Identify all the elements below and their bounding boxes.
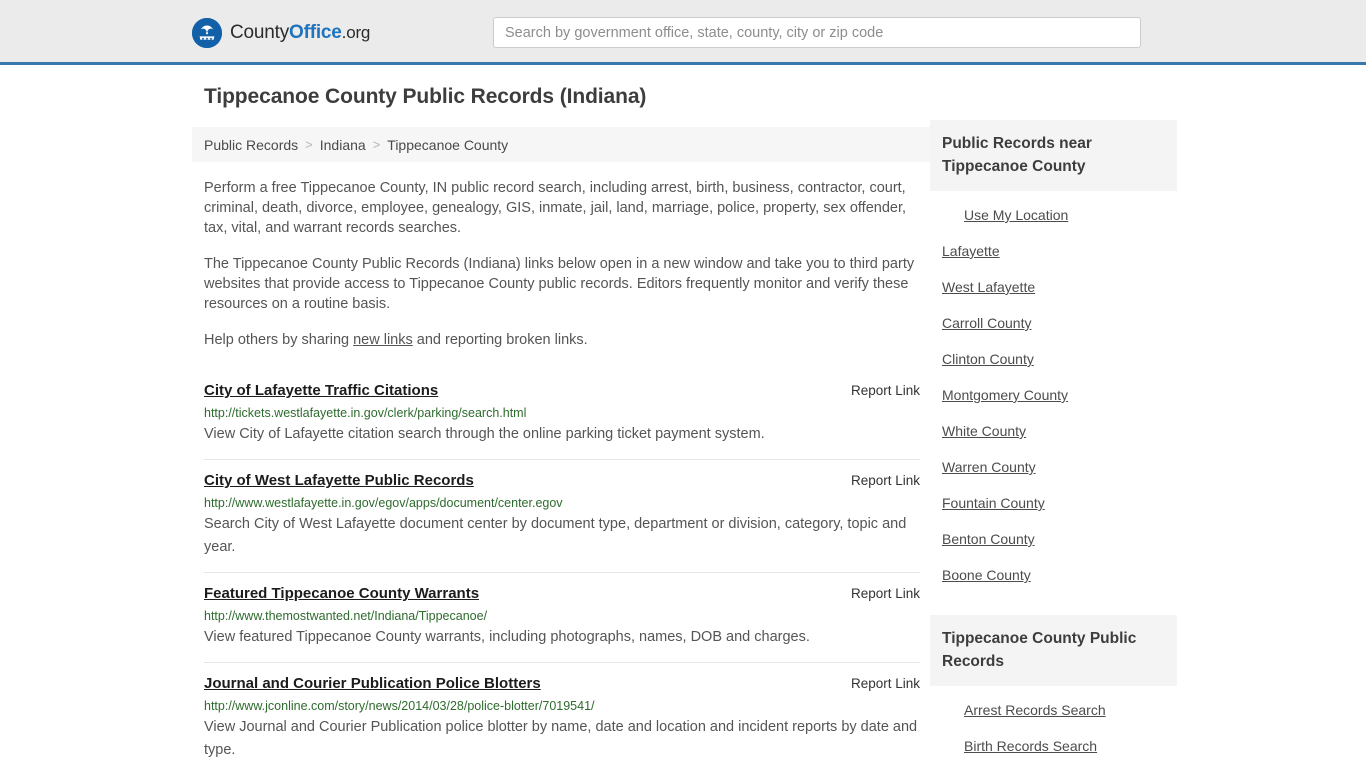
sidebar-item-white-county[interactable]: White County (930, 413, 1177, 449)
sidebar-item-fountain-county[interactable]: Fountain County (930, 485, 1177, 521)
sidebar-item-clinton-county[interactable]: Clinton County (930, 341, 1177, 377)
breadcrumb-separator-icon: > (372, 137, 381, 152)
report-link-button[interactable]: Report Link (851, 473, 920, 488)
sidebar-block-nearby: Public Records near Tippecanoe County Us… (930, 120, 1177, 593)
sidebar-block-records: Tippecanoe County Public Records Arrest … (930, 615, 1177, 768)
site-logo[interactable]: CountyOffice.org (192, 18, 370, 48)
record-link-url: http://www.themostwanted.net/Indiana/Tip… (204, 609, 488, 623)
breadcrumb-item-current: Tippecanoe County (387, 136, 509, 153)
logo-word-office: Office (289, 22, 342, 43)
eagle-seal-icon (192, 18, 222, 48)
report-link-button[interactable]: Report Link (851, 676, 920, 691)
sidebar-item-montgomery-county[interactable]: Montgomery County (930, 377, 1177, 413)
sidebar-links-records: Arrest Records Search Birth Records Sear… (930, 686, 1177, 768)
intro-text: Perform a free Tippecanoe County, IN pub… (204, 178, 920, 350)
intro-paragraph-1: Perform a free Tippecanoe County, IN pub… (204, 180, 907, 236)
records-link-list: City of Lafayette Traffic Citations Repo… (204, 374, 920, 768)
sidebar-item-birth-records-search[interactable]: Birth Records Search (930, 728, 1177, 764)
record-link-title[interactable]: City of West Lafayette Public Records (204, 472, 474, 489)
breadcrumb-item-indiana[interactable]: Indiana (320, 137, 366, 153)
search-input[interactable] (493, 17, 1141, 48)
list-item: City of West Lafayette Public Records Re… (204, 459, 920, 572)
intro-paragraph-help: Help others by sharing new links and rep… (204, 330, 920, 350)
new-links-link[interactable]: new links (353, 332, 413, 348)
sidebar-item-west-lafayette[interactable]: West Lafayette (930, 269, 1177, 305)
sidebar-heading-records: Tippecanoe County Public Records (930, 615, 1177, 686)
record-link-title[interactable]: Journal and Courier Publication Police B… (204, 675, 541, 692)
breadcrumb-separator-icon: > (305, 137, 313, 152)
sidebar-item-carroll-county[interactable]: Carroll County (930, 305, 1177, 341)
sidebar-item-lafayette[interactable]: Lafayette (930, 233, 1177, 269)
sidebar-item-boone-county[interactable]: Boone County (930, 557, 1177, 593)
logo-wordmark: CountyOffice.org (230, 22, 370, 44)
record-link-url: http://www.jconline.com/story/news/2014/… (204, 699, 595, 713)
list-item: Journal and Courier Publication Police B… (204, 662, 920, 768)
record-link-description: View Journal and Courier Publication pol… (204, 719, 918, 758)
record-link-url: http://www.westlafayette.in.gov/egov/app… (204, 496, 563, 510)
record-link-url: http://tickets.westlafayette.in.gov/cler… (204, 406, 527, 420)
breadcrumb-item-public-records[interactable]: Public Records (204, 137, 298, 153)
report-link-button[interactable]: Report Link (851, 586, 920, 601)
sidebar-heading-nearby: Public Records near Tippecanoe County (930, 120, 1177, 191)
report-link-button[interactable]: Report Link (851, 383, 920, 398)
link-row: Featured Tippecanoe County Warrants Repo… (204, 585, 920, 602)
sidebar-item-use-my-location[interactable]: Use My Location (930, 197, 1177, 233)
link-row: City of West Lafayette Public Records Re… (204, 472, 920, 489)
intro-paragraph-2: The Tippecanoe County Public Records (In… (204, 256, 915, 312)
logo-word-org: .org (341, 23, 371, 42)
sidebar-item-benton-county[interactable]: Benton County (930, 521, 1177, 557)
list-item: City of Lafayette Traffic Citations Repo… (204, 374, 920, 459)
list-item: Featured Tippecanoe County Warrants Repo… (204, 572, 920, 662)
help-suffix: and reporting broken links. (412, 332, 588, 348)
link-row: Journal and Courier Publication Police B… (204, 675, 920, 692)
record-link-description: Search City of West Lafayette document c… (204, 516, 907, 555)
breadcrumb: Public Records > Indiana > Tippecanoe Co… (192, 127, 932, 162)
link-row: City of Lafayette Traffic Citations Repo… (204, 382, 920, 399)
help-prefix: Help others by sharing (204, 332, 354, 348)
sidebar: Public Records near Tippecanoe County Us… (930, 120, 1177, 768)
site-header: CountyOffice.org (0, 0, 1366, 65)
sidebar-item-arrest-records-search[interactable]: Arrest Records Search (930, 692, 1177, 728)
record-link-title[interactable]: Featured Tippecanoe County Warrants (204, 585, 479, 602)
main-column: Tippecanoe County Public Records (Indian… (192, 85, 932, 768)
sidebar-item-warren-county[interactable]: Warren County (930, 449, 1177, 485)
sidebar-item-contractor-license-search[interactable]: Contractor License Search (930, 764, 1177, 768)
page-title: Tippecanoe County Public Records (Indian… (204, 85, 647, 108)
logo-word-county: County (230, 22, 290, 43)
record-link-description: View City of Lafayette citation search t… (204, 426, 765, 442)
record-link-title[interactable]: City of Lafayette Traffic Citations (204, 382, 438, 399)
sidebar-links-nearby: Use My Location Lafayette West Lafayette… (930, 191, 1177, 593)
record-link-description: View featured Tippecanoe County warrants… (204, 629, 810, 645)
